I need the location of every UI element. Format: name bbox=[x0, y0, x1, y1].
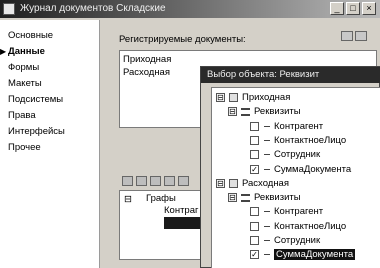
registered-docs-toolbar bbox=[341, 31, 371, 43]
tree-row[interactable]: КонтактноеЛицо bbox=[212, 135, 380, 147]
tree-expander-icon[interactable]: ⊟ bbox=[228, 107, 237, 117]
nav-item-main[interactable]: Основные bbox=[8, 30, 53, 41]
tree-label: Приходная bbox=[242, 92, 291, 103]
tree-row[interactable]: ⊟ Расходная bbox=[212, 178, 380, 190]
tree-label: Сотрудник bbox=[274, 235, 321, 246]
maximize-button[interactable]: □ bbox=[346, 2, 360, 15]
move-down-icon[interactable] bbox=[178, 176, 189, 186]
graphs-expander-icon[interactable]: ⊟ bbox=[124, 194, 132, 205]
tree-row[interactable]: ⊟ Реквизиты bbox=[212, 106, 380, 118]
tree-label: Реквизиты bbox=[254, 106, 301, 118]
tree-checkbox[interactable] bbox=[250, 207, 259, 217]
tree-label: КонтактноеЛицо bbox=[274, 220, 347, 232]
object-tree[interactable]: ⊟ Приходная ⊟ Реквизиты Контрагент Контактное… bbox=[211, 87, 380, 268]
window-titlebar[interactable]: Журнал документов Складские _ □ × bbox=[0, 0, 380, 18]
attribute-icon bbox=[264, 225, 270, 227]
nav-item-templates[interactable]: Макеты bbox=[8, 78, 42, 89]
nav-item-rights[interactable]: Права bbox=[8, 110, 36, 121]
tree-row[interactable]: Сотрудник bbox=[212, 235, 380, 247]
tree-label: Реквизиты bbox=[254, 192, 301, 204]
list-item[interactable]: Приходная bbox=[123, 54, 171, 65]
tree-expander-icon[interactable]: ⊟ bbox=[228, 193, 237, 203]
tree-label: Сотрудник bbox=[274, 149, 321, 161]
minimize-button[interactable]: _ bbox=[330, 2, 344, 15]
tree-label: Расходная bbox=[242, 177, 289, 189]
add-icon[interactable] bbox=[122, 176, 133, 186]
tree-label: Контрагент bbox=[274, 206, 324, 218]
attribute-icon bbox=[264, 168, 270, 170]
tree-row[interactable]: Контрагент bbox=[212, 206, 380, 218]
tree-row[interactable]: КонтактноеЛицо bbox=[212, 221, 380, 233]
nav-item-forms[interactable]: Формы bbox=[8, 62, 39, 73]
move-up-icon[interactable] bbox=[164, 176, 175, 186]
registered-docs-label: Регистрируемые документы: bbox=[119, 34, 246, 45]
tree-checkbox[interactable] bbox=[250, 121, 259, 131]
graphs-child[interactable]: Контраг bbox=[164, 205, 198, 216]
dialog-title[interactable]: Выбор объекта: Реквизит bbox=[201, 67, 380, 83]
attribute-icon bbox=[264, 125, 270, 127]
list-item[interactable]: Расходная bbox=[123, 67, 170, 78]
tree-row[interactable]: Контрагент bbox=[212, 121, 380, 133]
nav-item-other[interactable]: Прочее bbox=[8, 142, 41, 153]
nav-item-interfaces[interactable]: Интерфейсы bbox=[8, 126, 65, 137]
tree-checkbox[interactable] bbox=[250, 236, 259, 245]
select-object-dialog: Выбор объекта: Реквизит ⊟ Приходная ⊟ Рекви… bbox=[200, 66, 380, 268]
graphs-root[interactable]: Графы bbox=[146, 193, 176, 204]
tree-row[interactable]: ✓ СуммаДокумента bbox=[212, 249, 380, 261]
tree-checkbox[interactable]: ✓ bbox=[250, 250, 259, 260]
attribute-icon bbox=[264, 211, 270, 213]
nav-item-data[interactable]: Данные bbox=[8, 46, 45, 57]
delete-icon[interactable] bbox=[150, 176, 161, 186]
tree-row[interactable]: ✓ СуммаДокумента bbox=[212, 164, 380, 176]
copy-icon[interactable] bbox=[136, 176, 147, 186]
document-icon bbox=[229, 93, 238, 102]
tree-checkbox[interactable] bbox=[250, 221, 259, 231]
requisites-icon bbox=[241, 108, 250, 117]
nav-item-subsystems[interactable]: Подсистемы bbox=[8, 94, 63, 105]
tree-row[interactable]: Сотрудник bbox=[212, 149, 380, 161]
tree-label: СуммаДокумента bbox=[274, 163, 352, 175]
attribute-icon bbox=[264, 240, 270, 241]
document-icon bbox=[229, 178, 238, 188]
left-nav: Основные ▶ Данные Формы Макеты Подсистем… bbox=[0, 20, 100, 268]
tree-expander-icon[interactable]: ⊟ bbox=[216, 93, 225, 102]
clear-icon[interactable] bbox=[355, 31, 367, 41]
tree-row[interactable]: ⊟ Приходная bbox=[212, 92, 380, 104]
tree-checkbox[interactable] bbox=[250, 135, 259, 145]
app-icon bbox=[3, 3, 15, 15]
tree-label: СуммаДокумента bbox=[274, 249, 356, 261]
tree-label: Контрагент bbox=[274, 120, 324, 132]
attribute-icon bbox=[264, 139, 270, 141]
attribute-icon bbox=[264, 154, 270, 156]
attribute-icon bbox=[264, 254, 270, 256]
close-button[interactable]: × bbox=[362, 2, 376, 15]
graphs-toolbar bbox=[122, 176, 202, 188]
tree-checkbox[interactable] bbox=[250, 150, 259, 160]
nav-selected-marker-icon: ▶ bbox=[0, 47, 7, 56]
window-title: Журнал документов Складские bbox=[20, 3, 166, 14]
tree-checkbox[interactable]: ✓ bbox=[250, 164, 259, 174]
requisites-icon bbox=[241, 194, 250, 203]
tree-row[interactable]: ⊟ Реквизиты bbox=[212, 192, 380, 204]
tree-label: КонтактноеЛицо bbox=[274, 134, 347, 146]
tree-expander-icon[interactable]: ⊟ bbox=[216, 178, 225, 188]
edit-icon[interactable] bbox=[341, 31, 353, 41]
